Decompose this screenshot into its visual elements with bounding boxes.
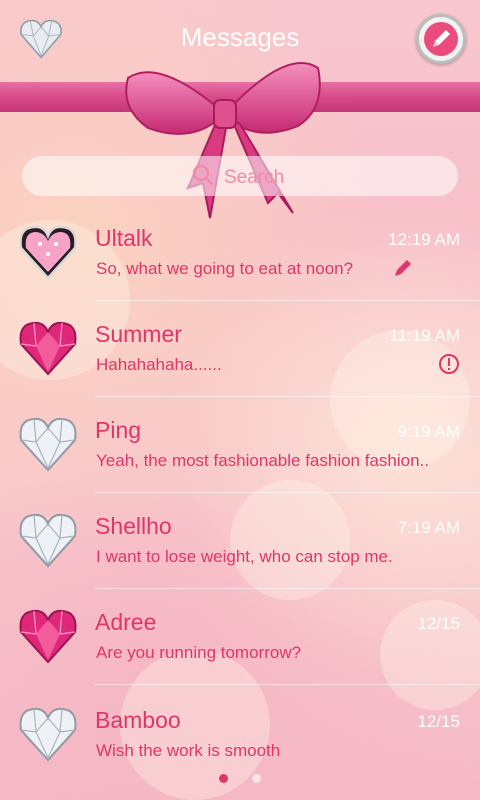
message-preview: Are you running tomorrow? bbox=[96, 643, 302, 662]
message-time: 12/15 bbox=[417, 712, 460, 731]
row-divider bbox=[94, 300, 480, 301]
diamond-heart-icon bbox=[18, 414, 78, 474]
pencil-icon bbox=[424, 22, 458, 56]
ruby-heart-icon bbox=[18, 606, 78, 666]
contact-name: Shellho bbox=[95, 513, 172, 539]
message-time: 7:19 AM bbox=[397, 518, 460, 537]
message-time: 9:19 AM bbox=[397, 422, 460, 441]
page-dot[interactable] bbox=[252, 774, 262, 783]
row-divider bbox=[94, 492, 480, 493]
diamond-heart-icon bbox=[18, 704, 78, 764]
page-dot-active[interactable] bbox=[218, 774, 228, 783]
row-divider bbox=[94, 684, 480, 685]
message-time: 12/15 bbox=[417, 614, 460, 633]
pink-diamond-heart-icon bbox=[18, 222, 78, 282]
conversation-row[interactable]: Adree 12/15 Are you running tomorrow? bbox=[0, 596, 480, 692]
conversation-row[interactable]: Shellho 7:19 AM I want to lose weight, w… bbox=[0, 500, 480, 596]
message-preview: Hahahahaha...... bbox=[96, 355, 222, 374]
message-preview: I want to lose weight, who can stop me. bbox=[96, 547, 393, 566]
row-divider bbox=[94, 396, 480, 397]
message-preview: Yeah, the most fashionable fashion fashi… bbox=[96, 451, 429, 470]
contact-name: Bamboo bbox=[95, 707, 181, 733]
page-indicator bbox=[0, 770, 480, 788]
conversation-row[interactable]: Ping 9:19 AM Yeah, the most fashionable … bbox=[0, 404, 480, 500]
contact-name: Adree bbox=[95, 609, 157, 635]
message-time: 12:19 AM bbox=[388, 230, 460, 249]
draft-pencil-icon bbox=[392, 257, 414, 279]
conversation-row[interactable]: Ultalk 12:19 AM So, what we going to eat… bbox=[0, 212, 480, 308]
contact-name: Ultalk bbox=[95, 225, 153, 251]
error-alert-icon[interactable] bbox=[438, 353, 460, 375]
message-time: 11:19 AM bbox=[389, 326, 460, 345]
search-icon bbox=[192, 164, 214, 191]
message-preview: So, what we going to eat at noon? bbox=[96, 259, 354, 278]
compose-button[interactable] bbox=[416, 14, 466, 64]
contact-name: Ping bbox=[95, 417, 142, 443]
ruby-heart-icon bbox=[18, 318, 78, 378]
bow-icon bbox=[118, 38, 328, 228]
contact-name: Summer bbox=[95, 321, 182, 347]
diamond-heart-icon bbox=[18, 510, 78, 570]
search-bar[interactable]: Search bbox=[22, 156, 458, 196]
row-divider bbox=[94, 588, 480, 589]
message-preview: Wish the work is smooth bbox=[96, 741, 281, 760]
conversation-row[interactable]: Summer 11:19 AM Hahahahaha...... bbox=[0, 308, 480, 404]
search-placeholder: Search bbox=[224, 166, 285, 188]
